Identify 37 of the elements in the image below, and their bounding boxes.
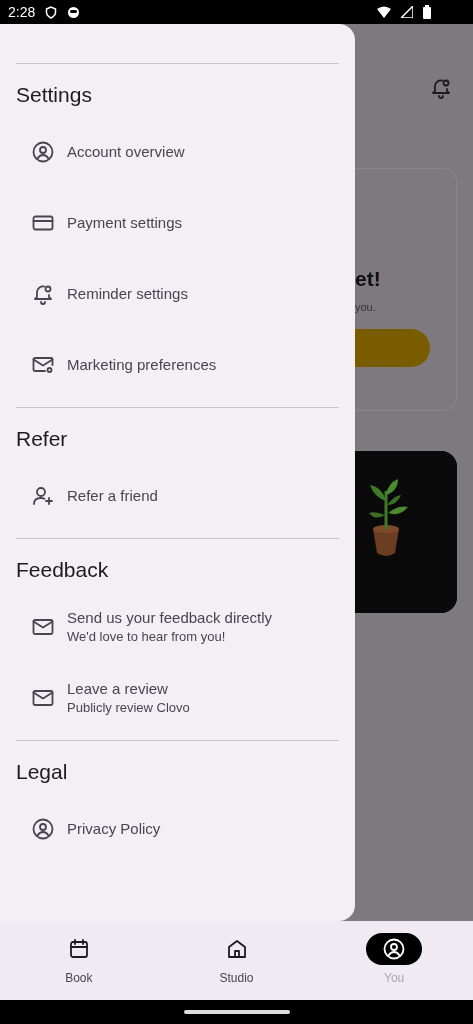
status-time: 2:28 [8,4,36,20]
item-label: Payment settings [67,214,183,231]
account-icon [382,937,407,961]
shield-icon [45,5,58,19]
section-title: Settings [16,83,92,106]
signal-icon [401,6,413,18]
card-title: et! [355,267,382,291]
drawer-item[interactable]: Privacy Policy [0,793,355,864]
action-button[interactable] [355,329,430,367]
item-label: Reminder settings [67,285,188,302]
card-text: you. [355,301,377,313]
item-label: Send us your feedback directly [67,609,273,626]
section-title: Refer [16,427,68,450]
drawer-item[interactable]: Refer a friend [0,460,355,531]
wifi-icon [377,6,391,18]
account-icon [31,816,55,841]
section-title: Feedback [16,558,109,581]
nav-tab[interactable]: Studio [157,921,316,1000]
section-title: Legal [16,760,68,783]
gesture-handle[interactable] [183,1010,290,1014]
nav-tab[interactable]: Book [0,921,158,1000]
account-icon [31,139,55,164]
battery-icon [423,5,431,19]
item-subtitle: We'd love to hear from you! [67,629,227,644]
drawer-item[interactable]: Payment settings [0,187,355,258]
drawer-item[interactable]: Account overview [0,116,355,187]
drawer-item[interactable]: Marketing preferences [0,329,355,400]
face-icon [67,5,81,19]
drawer-item[interactable]: Reminder settings [0,258,355,329]
item-label: Privacy Policy [67,820,161,837]
item-label: Marketing preferences [67,356,217,373]
item-label: Account overview [67,143,185,160]
item-label: Leave a review [67,680,169,697]
drawer-item[interactable]: Leave a review Publicly review Clovo [0,662,355,733]
drawer-item[interactable]: Send us your feedback directly We'd love to hear from you! [0,591,355,662]
item-label: Refer a friend [67,487,158,504]
item-subtitle: Publicly review Clovo [67,700,190,715]
